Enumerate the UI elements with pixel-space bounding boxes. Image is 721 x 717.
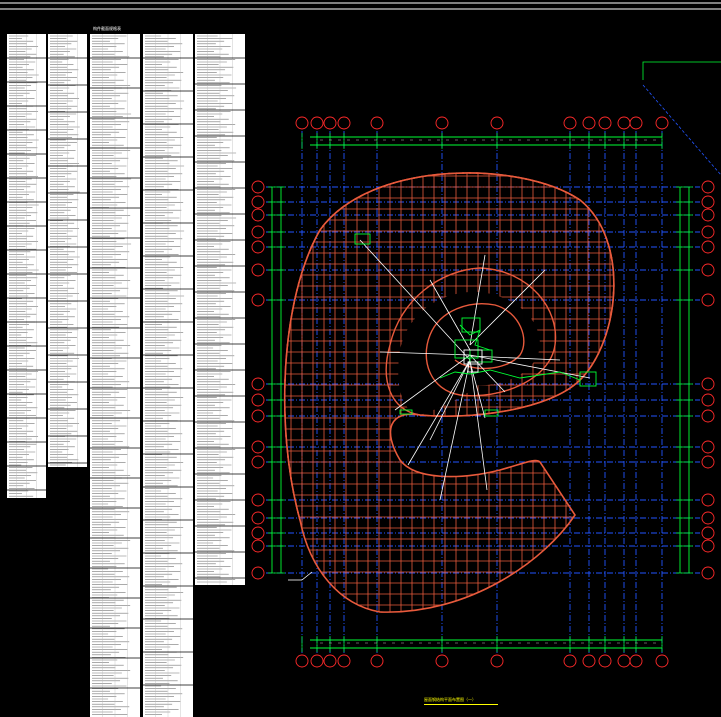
grid-bubble — [310, 116, 324, 130]
grid-bubble — [582, 116, 596, 130]
grid-bubble — [701, 195, 715, 209]
grid-bubble — [701, 526, 715, 540]
grid-bubble — [370, 116, 384, 130]
grid-bubble — [435, 654, 449, 668]
grid-bubble — [701, 225, 715, 239]
drawing-caption-underline — [424, 704, 498, 705]
grid-bubble — [701, 566, 715, 580]
grid-bubble — [701, 263, 715, 277]
roof-steel-grid — [283, 172, 615, 613]
hatch-leader — [642, 84, 721, 176]
grid-bubble — [251, 263, 265, 277]
grid-bubble — [310, 654, 324, 668]
grid-bubble — [701, 539, 715, 553]
grid-bubble — [251, 195, 265, 209]
grid-bubble — [701, 393, 715, 407]
grid-bubble — [701, 180, 715, 194]
grid-bubble — [701, 511, 715, 525]
grid-bubble — [701, 493, 715, 507]
grid-bubble — [598, 116, 612, 130]
title-block-leader — [642, 61, 721, 80]
drawing-caption: 屋面钢结构平面布置图（一） — [424, 697, 476, 702]
grid-bubble — [563, 654, 577, 668]
cad-drawing-canvas[interactable] — [0, 0, 721, 717]
grid-bubble — [598, 654, 612, 668]
grid-bubble — [629, 654, 643, 668]
grid-bubble — [251, 526, 265, 540]
grid-bubble — [251, 455, 265, 469]
grid-bubble — [251, 511, 265, 525]
grid-bubble — [251, 208, 265, 222]
grid-bubble — [251, 566, 265, 580]
grid-bubble — [701, 240, 715, 254]
grid-bubble — [337, 116, 351, 130]
grid-bubble — [251, 240, 265, 254]
grid-bubble — [251, 393, 265, 407]
drawing-frame — [0, 2, 721, 10]
schedule-table-title: 构件截面规格表 — [93, 26, 121, 31]
grid-bubble — [655, 654, 669, 668]
grid-bubble — [617, 116, 631, 130]
grid-bubble — [295, 654, 309, 668]
grid-bubble — [563, 116, 577, 130]
grid-bubble — [490, 654, 504, 668]
grid-bubble — [251, 225, 265, 239]
member-schedule-tables — [7, 34, 245, 717]
structural-grid — [251, 116, 715, 668]
grid-bubble — [701, 409, 715, 423]
grid-bubble — [323, 654, 337, 668]
grid-bubble — [617, 654, 631, 668]
grid-bubble — [582, 654, 596, 668]
grid-bubble — [251, 440, 265, 454]
grid-bubble — [337, 654, 351, 668]
grid-bubble — [251, 409, 265, 423]
grid-bubble — [323, 116, 337, 130]
grid-bubble — [251, 493, 265, 507]
grid-bubble — [435, 116, 449, 130]
grid-bubble — [370, 654, 384, 668]
grid-bubble — [251, 539, 265, 553]
grid-bubble — [701, 208, 715, 222]
grid-bubble — [701, 293, 715, 307]
grid-bubble — [251, 293, 265, 307]
grid-bubble — [251, 377, 265, 391]
grid-bubble — [629, 116, 643, 130]
grid-bubble — [701, 440, 715, 454]
grid-bubble — [490, 116, 504, 130]
grid-bubble — [701, 377, 715, 391]
grid-bubble — [295, 116, 309, 130]
grid-bubble — [655, 116, 669, 130]
grid-bubble — [251, 180, 265, 194]
grid-bubble — [701, 455, 715, 469]
